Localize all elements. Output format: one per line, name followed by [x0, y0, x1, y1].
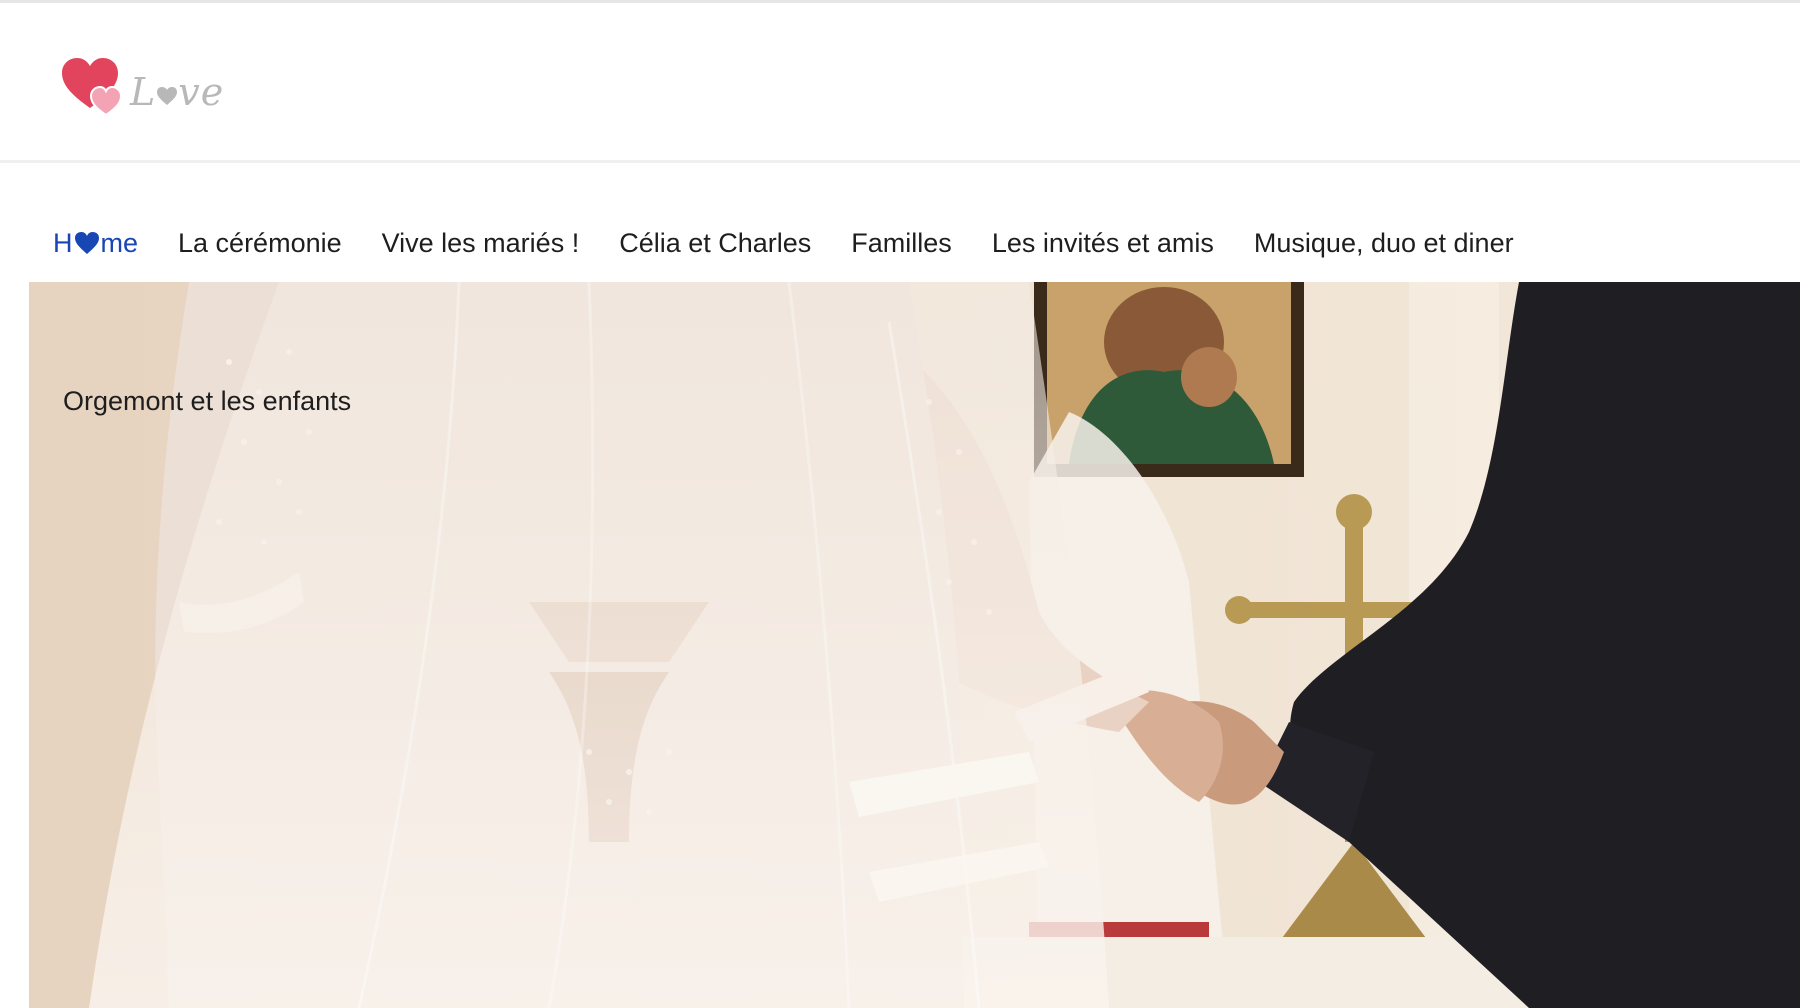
nav-item-celia-et-charles[interactable]: Célia et Charles [619, 228, 811, 259]
double-heart-icon [60, 56, 126, 116]
heart-icon [74, 231, 100, 255]
logo-wordmark: Lve [130, 70, 225, 114]
nav-item-ceremonie[interactable]: La cérémonie [178, 228, 342, 259]
nav-home-label-end: me [100, 227, 139, 258]
main-navigation: Hme La cérémonie Vive les mariés ! Célia… [0, 215, 1554, 271]
nav-item-familles[interactable]: Familles [851, 228, 952, 259]
hero-caption: Orgemont et les enfants [63, 386, 352, 416]
nav-item-vive-les-maries[interactable]: Vive les mariés ! [382, 228, 580, 259]
logo-heart-icon [156, 86, 178, 106]
nav-item-invites-et-amis[interactable]: Les invités et amis [992, 228, 1214, 259]
nav-item-home[interactable]: Hme [53, 228, 138, 259]
hero-banner: Orgemont et les enfants [29, 282, 1800, 1008]
site-logo[interactable]: Lve [60, 51, 230, 121]
nav-item-musique-duo-diner[interactable]: Musique, duo et diner [1254, 228, 1514, 259]
nav-home-label-start: H [53, 227, 73, 258]
site-header: Lve [0, 3, 1800, 163]
